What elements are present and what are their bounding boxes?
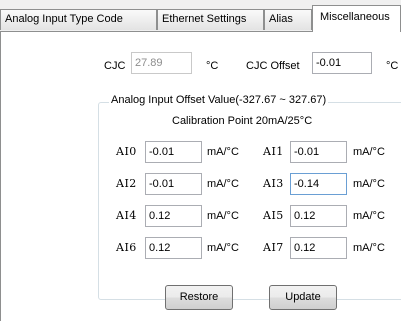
ai4-label: AI4 xyxy=(116,209,137,222)
cjc-label: CJC xyxy=(104,60,126,72)
cjc-unit: °C xyxy=(206,60,219,72)
tab-bar: Analog Input Type Code Ethernet Settings… xyxy=(0,0,401,32)
tab-miscellaneous[interactable]: Miscellaneous xyxy=(312,5,401,32)
ai5-label: AI5 xyxy=(263,209,284,222)
offset-group-title: Analog Input Offset Value(-327.67 ~ 327.… xyxy=(109,94,329,106)
ai1-unit: mA/°C xyxy=(353,146,385,158)
ai3-label: AI3 xyxy=(263,177,284,190)
calibration-point-label: Calibration Point 20mA/25°C xyxy=(172,115,313,127)
cjc-field xyxy=(131,52,192,74)
ai7-label: AI7 xyxy=(263,241,284,254)
tab-analog-input-type-code[interactable]: Analog Input Type Code xyxy=(0,9,157,30)
ai0-field[interactable] xyxy=(145,141,202,163)
ai6-unit: mA/°C xyxy=(207,242,239,254)
ai6-field[interactable] xyxy=(145,237,202,259)
ai7-field[interactable] xyxy=(290,237,347,259)
ai0-unit: mA/°C xyxy=(207,146,239,158)
ai7-unit: mA/°C xyxy=(353,242,385,254)
ai5-field[interactable] xyxy=(290,205,347,227)
update-button[interactable]: Update xyxy=(269,285,337,310)
ai3-unit: mA/°C xyxy=(353,178,385,190)
ai0-label: AI0 xyxy=(116,145,137,158)
ai2-unit: mA/°C xyxy=(207,178,239,190)
ai4-field[interactable] xyxy=(145,205,202,227)
ai2-field[interactable] xyxy=(145,173,202,195)
ai1-field[interactable] xyxy=(290,141,347,163)
tab-alias[interactable]: Alias xyxy=(264,9,312,30)
cjc-offset-unit: °C xyxy=(386,60,399,72)
cjc-offset-field[interactable] xyxy=(312,52,372,74)
ai6-label: AI6 xyxy=(116,241,137,254)
ai4-unit: mA/°C xyxy=(207,210,239,222)
ai2-label: AI2 xyxy=(116,177,137,190)
cjc-offset-label: CJC Offset xyxy=(246,60,300,72)
ai1-label: AI1 xyxy=(263,145,284,158)
tab-ethernet-settings[interactable]: Ethernet Settings xyxy=(157,9,264,30)
ai5-unit: mA/°C xyxy=(353,210,385,222)
offset-group-box xyxy=(98,102,401,300)
restore-button[interactable]: Restore xyxy=(165,285,233,310)
ai3-field[interactable] xyxy=(290,173,347,195)
miscellaneous-panel: CJC °C CJC Offset °C Analog Input Offset… xyxy=(0,31,401,321)
